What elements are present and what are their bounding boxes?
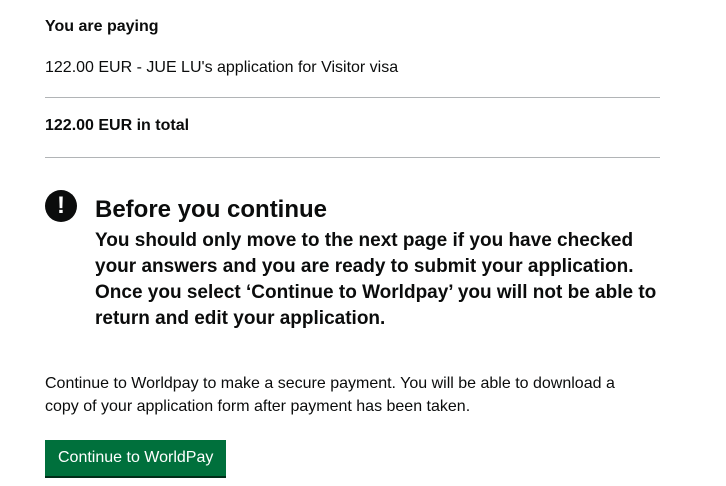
- warning-line: Once you select ‘Continue to Worldpay’ y…: [95, 282, 657, 303]
- payment-info-text: Continue to Worldpay to make a secure pa…: [45, 372, 645, 418]
- warning-line: return and edit your application.: [95, 308, 386, 329]
- warning-title: Before you continue: [95, 196, 328, 223]
- exclamation-icon: !: [45, 190, 77, 222]
- warning-text: You should only move to the next page if…: [95, 228, 660, 332]
- info-line: copy of your application form after paym…: [45, 398, 471, 415]
- info-line: Continue to Worldpay to make a secure pa…: [45, 375, 615, 392]
- payment-total: 122.00 EUR in total: [45, 117, 190, 134]
- divider: [45, 97, 660, 98]
- payment-line-item: 122.00 EUR - JUE LU's application for Vi…: [45, 59, 399, 76]
- warning-line: your answers and you are ready to submit…: [95, 256, 634, 277]
- continue-to-worldpay-button[interactable]: Continue to WorldPay: [45, 440, 227, 476]
- warning-line: You should only move to the next page if…: [95, 230, 634, 251]
- paying-heading: You are paying: [45, 18, 159, 35]
- divider: [45, 157, 660, 158]
